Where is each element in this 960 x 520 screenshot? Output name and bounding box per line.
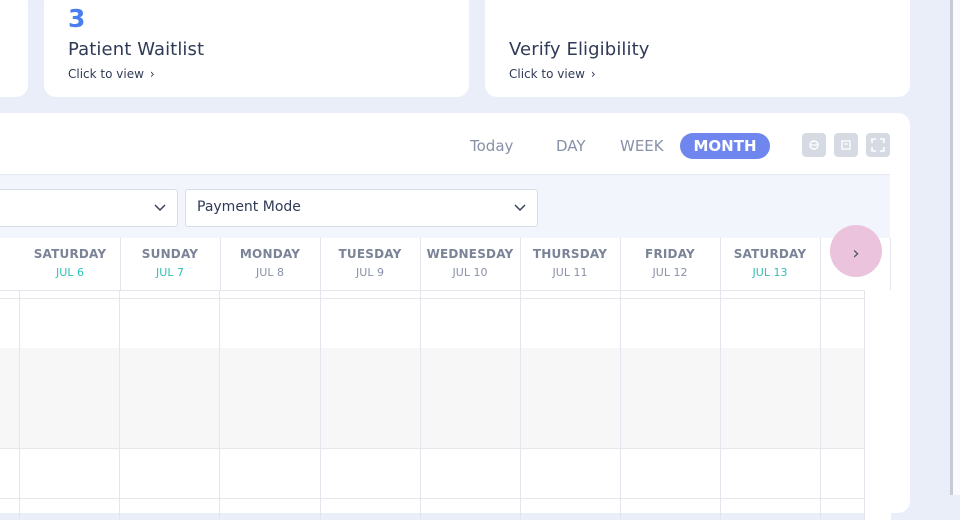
day-header[interactable]: SUNDAY JUL 7: [120, 238, 221, 290]
grid-right-gutter: [864, 290, 891, 520]
day-name: TUESDAY: [338, 247, 402, 261]
chevron-right-icon: ›: [149, 67, 155, 81]
grid-divider: [520, 290, 521, 520]
day-header[interactable]: THURSDAY JUL 11: [520, 238, 621, 290]
day-date: JUL 9: [356, 266, 384, 279]
time-slot-row[interactable]: [0, 448, 864, 499]
grid-divider: [620, 290, 621, 520]
time-slot-row[interactable]: [0, 398, 864, 449]
time-slot-row[interactable]: [0, 298, 864, 349]
day-name: FRIDAY: [645, 247, 695, 261]
day-name: SATURDAY: [33, 247, 107, 261]
provider-select[interactable]: [0, 189, 178, 227]
filter-bar: Payment Mode: [0, 174, 890, 239]
fullscreen-icon[interactable]: [866, 133, 890, 157]
print-icon[interactable]: [802, 133, 826, 157]
time-slot-row[interactable]: [0, 348, 864, 399]
day-name: THURSDAY: [532, 247, 608, 261]
payment-mode-select[interactable]: Payment Mode: [185, 189, 538, 227]
week-view-button[interactable]: WEEK: [620, 133, 664, 159]
chevron-down-icon: [514, 204, 526, 212]
partial-stat-card: [0, 0, 28, 97]
verify-eligibility-card[interactable]: Verify Eligibility Click to view ›: [485, 0, 910, 97]
day-header[interactable]: SATURDAY JUL 13: [720, 238, 821, 290]
day-name: WEDNESDAY: [426, 247, 514, 261]
day-date: JUL 7: [156, 266, 184, 279]
waitlist-link-label: Click to view: [68, 67, 144, 81]
day-name: MONDAY: [239, 247, 301, 261]
page-edge: [953, 0, 960, 495]
eligibility-link-label: Click to view: [509, 67, 585, 81]
day-date: JUL 8: [256, 266, 284, 279]
patient-waitlist-card[interactable]: 3 Patient Waitlist Click to view ›: [44, 0, 469, 97]
waitlist-count: 3: [68, 4, 86, 33]
next-week-button[interactable]: ›: [830, 225, 882, 277]
save-icon[interactable]: [834, 133, 858, 157]
day-name: SATURDAY: [733, 247, 807, 261]
eligibility-view-link[interactable]: Click to view ›: [509, 67, 596, 81]
day-header[interactable]: WEDNESDAY JUL 10: [420, 238, 521, 290]
day-date: JUL 11: [552, 266, 588, 279]
day-date: JUL 12: [652, 266, 688, 279]
day-header[interactable]: MONDAY JUL 8: [220, 238, 321, 290]
calendar-grid: [0, 290, 864, 520]
grid-divider: [720, 290, 721, 520]
today-button[interactable]: Today: [470, 133, 513, 159]
day-date: JUL 6: [56, 266, 84, 279]
day-view-button[interactable]: DAY: [556, 133, 586, 159]
grid-divider: [219, 290, 220, 520]
waitlist-view-link[interactable]: Click to view ›: [68, 67, 155, 81]
grid-divider: [320, 290, 321, 520]
payment-mode-label: Payment Mode: [197, 199, 301, 215]
day-date: JUL 13: [752, 266, 788, 279]
grid-divider: [119, 290, 120, 520]
grid-divider: [420, 290, 421, 520]
day-header[interactable]: TUESDAY JUL 9: [320, 238, 421, 290]
day-header[interactable]: FRIDAY JUL 12: [620, 238, 721, 290]
day-name: SUNDAY: [141, 247, 199, 261]
grid-divider: [820, 290, 821, 520]
month-view-button[interactable]: MONTH: [680, 133, 770, 159]
day-header[interactable]: SATURDAY JUL 6: [20, 238, 121, 290]
grid-divider: [19, 290, 20, 520]
day-header-row: SATURDAY JUL 6 SUNDAY JUL 7 MONDAY JUL 8…: [0, 238, 891, 291]
view-switcher: Today DAY WEEK MONTH: [0, 133, 910, 159]
chevron-down-icon: [154, 204, 166, 212]
waitlist-title: Patient Waitlist: [68, 39, 205, 60]
chevron-right-icon: ›: [852, 242, 860, 264]
eligibility-title: Verify Eligibility: [509, 39, 650, 60]
scheduler-panel: Today DAY WEEK MONTH Payment Mode SATURD…: [0, 113, 910, 520]
day-date: JUL 10: [452, 266, 488, 279]
chevron-right-icon: ›: [590, 67, 596, 81]
